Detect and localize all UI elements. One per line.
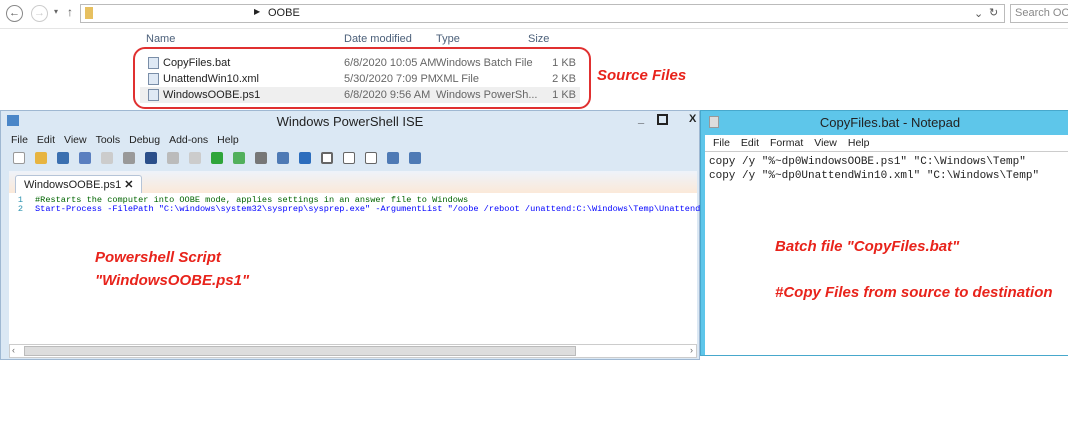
code-line: 2 Start-Process -FilePath "C:\windows\sys… — [9, 204, 752, 214]
search-input[interactable]: Search OOBE — [1010, 4, 1068, 23]
script-editor[interactable]: 1 #Restarts the computer into OOBE mode, … — [9, 193, 752, 344]
menu-help[interactable]: Help — [848, 137, 870, 149]
text-line: copy /y "%~dp0WindowsOOBE.ps1" "C:\Windo… — [709, 156, 1026, 168]
refresh-icon[interactable]: ↻ — [989, 6, 998, 19]
scroll-thumb[interactable] — [24, 346, 576, 356]
annotation-bat-desc: #Copy Files from source to destination — [775, 284, 1053, 301]
menu-file[interactable]: File — [713, 137, 730, 149]
annotation-source-files: Source Files — [597, 67, 687, 84]
line-text: Start-Process -FilePath "C:\windows\syst… — [35, 204, 752, 214]
layout-max-icon[interactable] — [365, 152, 377, 164]
forward-button[interactable]: → — [31, 5, 48, 22]
address-dropdown-icon[interactable]: ⌄ — [974, 7, 983, 20]
open-icon[interactable] — [35, 152, 47, 164]
copy-icon[interactable] — [101, 152, 113, 164]
remote-icon[interactable] — [277, 152, 289, 164]
show-commands-icon[interactable] — [409, 152, 421, 164]
layout-right-icon[interactable] — [343, 152, 355, 164]
breadcrumb-arrow-icon: ▶ — [254, 7, 261, 16]
column-size[interactable]: Size — [528, 33, 549, 45]
menu-edit[interactable]: Edit — [741, 137, 759, 149]
annotation-ps-file: "WindowsOOBE.ps1" — [95, 272, 250, 289]
close-button[interactable]: X — [689, 113, 696, 125]
menu-tools[interactable]: Tools — [96, 134, 121, 146]
notepad-menu-bar: File Edit Format View Help — [705, 135, 1068, 151]
minimize-button[interactable]: _ — [638, 113, 644, 125]
redo-icon[interactable] — [189, 152, 201, 164]
menu-edit[interactable]: Edit — [37, 134, 55, 146]
ise-toolbar — [1, 148, 699, 168]
menu-help[interactable]: Help — [217, 134, 239, 146]
undo-icon[interactable] — [167, 152, 179, 164]
folder-icon — [85, 7, 93, 19]
column-name[interactable]: Name — [146, 33, 175, 45]
ise-tab-strip: WindowsOOBE.ps1 ✕ — [9, 171, 697, 193]
tab-label: WindowsOOBE.ps1 — [24, 179, 122, 191]
ise-title: Windows PowerShell ISE — [276, 114, 424, 129]
back-button[interactable]: ← — [6, 5, 23, 22]
breadcrumb-oobe[interactable]: OOBE — [268, 7, 300, 19]
notepad-window: CopyFiles.bat - Notepad File Edit Format… — [700, 110, 1068, 356]
column-date[interactable]: Date modified — [344, 33, 412, 45]
menu-view[interactable]: View — [64, 134, 87, 146]
maximize-button[interactable] — [657, 114, 668, 125]
run-selection-icon[interactable] — [233, 152, 245, 164]
show-script-icon[interactable] — [387, 152, 399, 164]
powershell-icon[interactable] — [299, 152, 311, 164]
column-type[interactable]: Type — [436, 33, 460, 45]
menu-addons[interactable]: Add-ons — [169, 134, 208, 146]
menu-view[interactable]: View — [814, 137, 837, 149]
menu-debug[interactable]: Debug — [129, 134, 160, 146]
annotation-bat-title: Batch file "CopyFiles.bat" — [775, 238, 960, 255]
text-line: copy /y "%~dp0UnattendWin10.xml" "C:\Win… — [709, 170, 1040, 182]
address-bar[interactable]: ▶ OOBE ⌄ ↻ — [80, 4, 1005, 23]
save-icon[interactable] — [57, 152, 69, 164]
tab-windowsoobe[interactable]: WindowsOOBE.ps1 ✕ — [15, 175, 143, 193]
powershell-ise-window: Windows PowerShell ISE _ X File Edit Vie… — [0, 110, 752, 360]
menu-format[interactable]: Format — [770, 137, 803, 149]
ise-app-icon — [7, 115, 19, 126]
layout-top-icon[interactable] — [321, 152, 333, 164]
new-icon[interactable] — [13, 152, 25, 164]
scroll-left-icon[interactable]: ‹ — [12, 345, 15, 355]
stop-icon[interactable] — [255, 152, 267, 164]
scroll-right-icon[interactable]: › — [690, 345, 693, 355]
cut-icon[interactable] — [79, 152, 91, 164]
notepad-app-icon — [709, 116, 719, 128]
ise-menu-bar: File Edit View Tools Debug Add-ons Help — [1, 132, 699, 148]
run-icon[interactable] — [211, 152, 223, 164]
line-number: 2 — [17, 204, 23, 214]
menu-file[interactable]: File — [11, 134, 28, 146]
clear-icon[interactable] — [145, 152, 157, 164]
highlight-box — [133, 47, 591, 109]
horizontal-scrollbar[interactable]: ‹ › — [9, 344, 697, 358]
recent-dropdown-icon[interactable]: ▾ — [54, 7, 58, 16]
close-tab-icon[interactable]: ✕ — [124, 179, 133, 191]
notepad-title: CopyFiles.bat - Notepad — [819, 115, 961, 130]
paste-icon[interactable] — [123, 152, 135, 164]
annotation-ps-title: Powershell Script — [95, 249, 221, 266]
up-button[interactable]: ↑ — [67, 5, 73, 19]
